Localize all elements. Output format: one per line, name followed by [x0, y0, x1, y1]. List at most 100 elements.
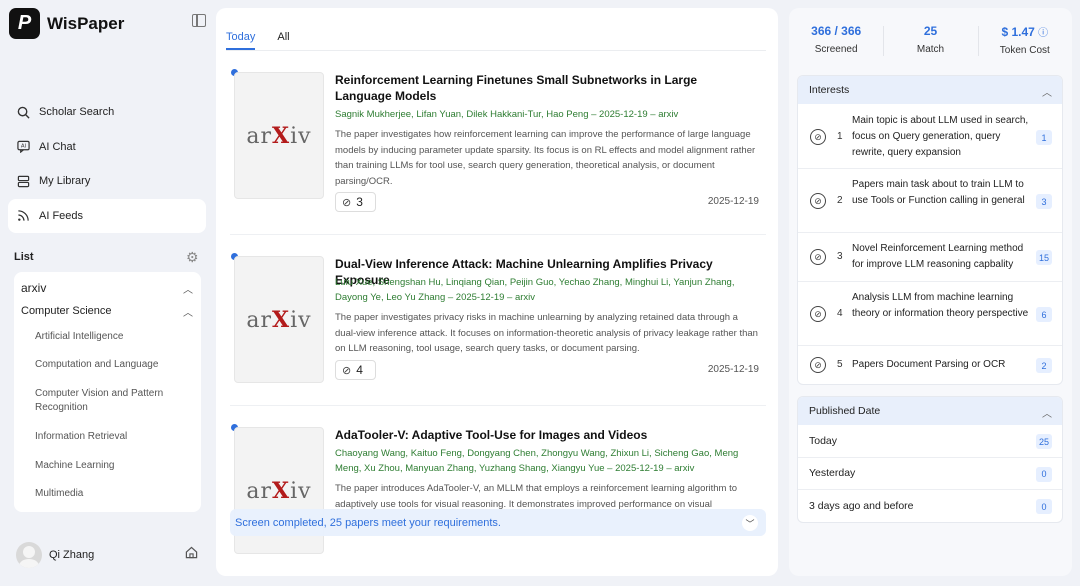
date-filter-older[interactable]: 3 days ago and before 0 — [798, 490, 1062, 522]
divider — [230, 405, 766, 406]
library-icon — [16, 174, 30, 188]
date-filter-label: Today — [809, 434, 838, 447]
interest-row[interactable]: ⊘ 1 Main topic is about LLM used in sear… — [798, 104, 1062, 169]
count-badge: 1 — [1036, 130, 1052, 145]
interest-icon: ⊘ — [810, 357, 826, 373]
filter-panel: 366 / 366 Screened 25 Match $ 1.47 ⓘ Tok… — [789, 8, 1072, 576]
match-badge[interactable]: ⊘ 3 — [335, 192, 376, 212]
interest-text: Papers Document Parsing or OCR — [852, 359, 1006, 370]
interest-text: Papers main task about to train LLM to u… — [852, 179, 1025, 206]
divider — [230, 234, 766, 235]
tree-subcategory[interactable]: Machine Learning — [35, 459, 185, 473]
nav-label: Scholar Search — [39, 106, 115, 118]
chevron-up-icon[interactable]: ︿ — [1042, 84, 1052, 99]
stat-value: 25 — [923, 24, 938, 38]
feed-tabs: Today All — [226, 31, 290, 50]
stat-label: Screened — [814, 44, 858, 55]
chat-icon: AI — [16, 140, 30, 154]
paper-title[interactable]: Reinforcement Learning Finetunes Small S… — [335, 72, 755, 104]
arxiv-logo: arXiv — [246, 477, 312, 504]
paper-thumbnail[interactable]: arXiv — [234, 256, 324, 383]
paper-authors: Sagnik Mukherjee, Lifan Yuan, Dilek Hakk… — [335, 109, 679, 120]
tree-subcategory[interactable]: Multimedia — [35, 487, 185, 501]
date-filter-label: Yesterday — [809, 467, 856, 480]
search-icon — [16, 105, 30, 119]
interest-number: 2 — [837, 195, 843, 206]
interest-number: 4 — [837, 308, 843, 319]
brand-name: WisPaper — [47, 14, 125, 33]
gear-icon[interactable]: ⚙ — [186, 249, 199, 266]
match-badge[interactable]: ⊘ 4 — [335, 360, 376, 380]
tab-today[interactable]: Today — [226, 31, 256, 50]
help-icon[interactable]: ⓘ — [1038, 28, 1048, 39]
app-logo-icon[interactable]: P — [9, 8, 40, 39]
nav-ai-feeds[interactable]: AI Feeds — [8, 198, 206, 233]
home-icon[interactable] — [185, 546, 198, 562]
tab-all[interactable]: All — [277, 31, 289, 50]
nav-label: AI Chat — [39, 140, 76, 153]
arxiv-logo: arXiv — [246, 306, 312, 333]
interest-icon: ⊘ — [810, 306, 826, 322]
arxiv-logo: arXiv — [246, 122, 312, 149]
published-header[interactable]: Published Date ︿ — [798, 397, 1062, 425]
tree-subcategory[interactable]: Computation and Language — [35, 358, 185, 372]
stat-value: 366 / 366 — [811, 24, 862, 38]
interests-card: Interests ︿ ⊘ 1 Main topic is about LLM … — [797, 75, 1063, 385]
stat-label: Token Cost — [999, 45, 1050, 56]
interests-header[interactable]: Interests ︿ — [798, 76, 1062, 104]
paper-card[interactable]: arXiv Reinforcement Learning Finetunes S… — [230, 69, 766, 232]
stat-value: $ 1.47 ⓘ — [1001, 25, 1049, 39]
tree-subcategory[interactable]: Information Retrieval — [35, 430, 185, 444]
main-nav: Scholar Search AI AI Chat My Library AI … — [8, 95, 206, 233]
paper-authors: Lulu Xue, Shengshan Hu, Linqiang Qian, P… — [335, 277, 735, 303]
nav-my-library[interactable]: My Library — [8, 164, 206, 198]
interest-row[interactable]: ⊘ 3 Novel Reinforcement Learning method … — [798, 233, 1062, 282]
interest-text: Novel Reinforcement Learning method for … — [852, 243, 1024, 270]
interest-number: 1 — [837, 131, 843, 142]
nav-scholar-search[interactable]: Scholar Search — [8, 95, 206, 129]
interest-number: 5 — [837, 359, 843, 370]
match-icon: ⊘ — [342, 364, 352, 377]
date-filter-today[interactable]: Today 25 — [798, 425, 1062, 458]
interest-text: Main topic is about LLM used in search, … — [852, 115, 1029, 158]
date-filter-label: 3 days ago and before — [809, 500, 914, 513]
stat-match: 25 Match — [883, 8, 977, 68]
count-badge: 0 — [1036, 466, 1052, 482]
interest-text: Analysis LLM from machine learning theor… — [852, 292, 1029, 319]
chevron-up-icon[interactable]: ︿ — [1042, 405, 1052, 420]
interest-row[interactable]: ⊘ 4 Analysis LLM from machine learning t… — [798, 282, 1062, 346]
stats-bar: 366 / 366 Screened 25 Match $ 1.47 ⓘ Tok… — [789, 8, 1072, 68]
paper-title[interactable]: AdaTooler-V: Adaptive Tool-Use for Image… — [335, 427, 755, 443]
nav-ai-chat[interactable]: AI AI Chat — [8, 130, 206, 164]
chevron-down-icon[interactable]: ﹀ — [742, 515, 758, 531]
stat-token-cost: $ 1.47 ⓘ Token Cost — [977, 8, 1072, 68]
paper-card[interactable]: arXiv Dual-View Inference Attack: Machin… — [230, 253, 766, 396]
interest-icon: ⊘ — [810, 249, 826, 265]
tree-subcategory[interactable]: Artificial Intelligence — [35, 330, 185, 344]
tree-category-cs[interactable]: Computer Science — [21, 305, 112, 317]
count-badge: 6 — [1036, 307, 1052, 322]
count-badge: 15 — [1035, 250, 1052, 265]
toast-text: Screen completed, 25 papers meet your re… — [235, 516, 501, 529]
avatar[interactable] — [16, 542, 42, 568]
interest-row[interactable]: ⊘ 2 Papers main task about to train LLM … — [798, 169, 1062, 233]
chevron-up-icon[interactable]: ︿ — [183, 304, 193, 319]
paper-date: 2025-12-19 — [707, 364, 759, 375]
collapse-sidebar-icon[interactable] — [192, 14, 206, 27]
nav-label: AI Feeds — [39, 209, 84, 222]
count-badge: 2 — [1036, 358, 1052, 373]
tree-source-arxiv[interactable]: arxiv — [21, 281, 46, 295]
paper-thumbnail[interactable]: arXiv — [234, 72, 324, 199]
user-name[interactable]: Qi Zhang — [49, 549, 94, 561]
list-heading: List — [14, 251, 34, 263]
published-date-card: Published Date ︿ Today 25 Yesterday 0 3 … — [797, 396, 1063, 523]
chevron-up-icon[interactable]: ︿ — [183, 281, 193, 296]
feed-panel: Today All arXiv Reinforcement Learning F… — [216, 8, 778, 576]
paper-card[interactable]: arXiv AdaTooler-V: Adaptive Tool-Use for… — [230, 424, 766, 567]
category-tree: arxiv ︿ Computer Science ︿ Artificial In… — [14, 272, 201, 512]
interest-row[interactable]: ⊘ 5 Papers Document Parsing or OCR 2 — [798, 346, 1062, 384]
divider — [226, 50, 766, 51]
date-filter-yesterday[interactable]: Yesterday 0 — [798, 458, 1062, 490]
card-heading: Published Date — [809, 405, 881, 417]
tree-subcategory[interactable]: Computer Vision and Pattern Recognition — [35, 387, 185, 415]
